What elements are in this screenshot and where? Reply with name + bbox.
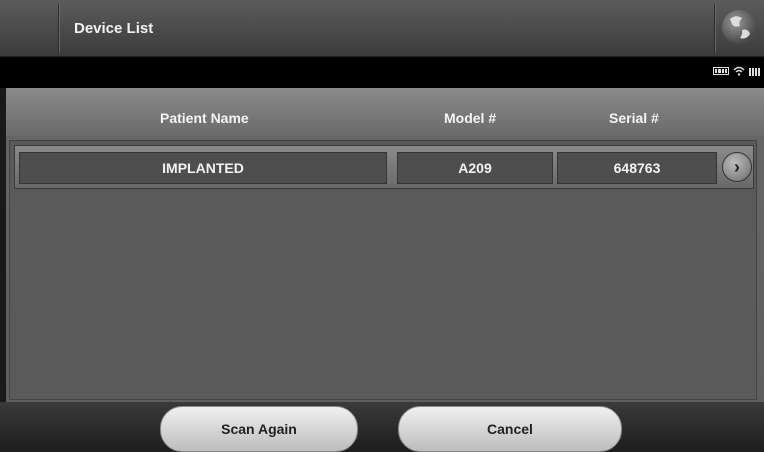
footer-bar: Scan Again Cancel xyxy=(0,402,764,452)
scan-again-button[interactable]: Scan Again xyxy=(160,406,358,452)
title-divider xyxy=(714,4,715,52)
wifi-icon xyxy=(733,66,745,76)
left-edge xyxy=(0,88,6,452)
battery-icon xyxy=(713,67,729,75)
table-header: Patient Name Model # Serial # xyxy=(0,88,764,136)
title-divider xyxy=(58,4,59,52)
serial-cell: 648763 xyxy=(557,152,717,184)
column-header-patient-name: Patient Name xyxy=(160,110,249,126)
column-header-serial: Serial # xyxy=(609,110,659,126)
device-list-panel: Patient Name Model # Serial # IMPLANTED … xyxy=(0,88,764,402)
device-list: IMPLANTED A209 648763 › xyxy=(9,140,757,400)
patient-name-cell: IMPLANTED xyxy=(19,152,387,184)
title-bar: Device List xyxy=(0,0,764,57)
table-row[interactable]: IMPLANTED A209 648763 › xyxy=(14,145,754,189)
status-bar xyxy=(0,57,764,88)
model-cell: A209 xyxy=(397,152,553,184)
globe-icon xyxy=(722,10,756,44)
window-title: Device List xyxy=(74,20,154,37)
chevron-right-icon[interactable]: › xyxy=(722,152,752,182)
signal-icon xyxy=(749,66,760,76)
cancel-button[interactable]: Cancel xyxy=(398,406,622,452)
column-header-model: Model # xyxy=(444,110,497,126)
